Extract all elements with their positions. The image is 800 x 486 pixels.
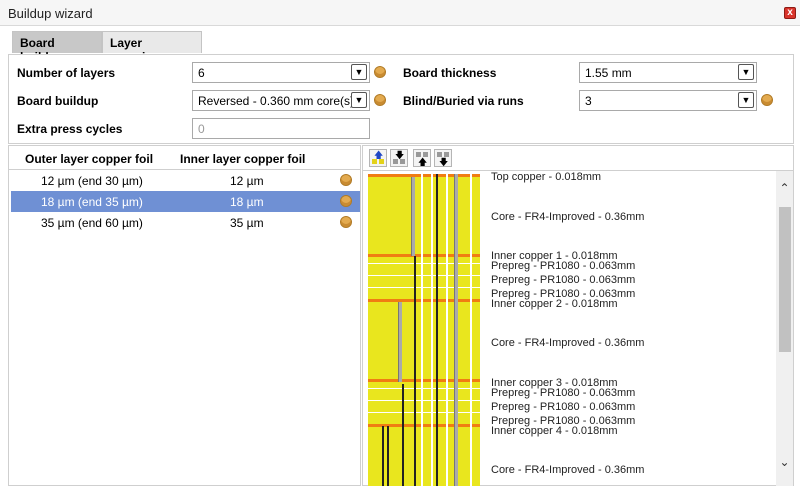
outer-foil-cell: 18 µm (end 35 µm) [41, 195, 143, 209]
via-barrel [398, 302, 402, 382]
scrollbar-thumb[interactable] [779, 207, 791, 352]
close-icon[interactable]: x [784, 7, 796, 19]
copper-layer-top [368, 174, 480, 177]
prepreg-line [368, 400, 480, 401]
via-drill [436, 174, 438, 486]
title-bar: Buildup wizard x [0, 0, 800, 26]
extra-press-cycles-input[interactable]: 0 [192, 118, 370, 139]
layer-label: Core - FR4-Improved - 0.36mm [491, 211, 645, 223]
via-barrel [411, 177, 415, 256]
via-drill [382, 426, 384, 486]
prepreg-line [368, 388, 480, 389]
layer-label: Prepreg - PR1080 - 0.063mm [491, 274, 636, 286]
chevron-down-icon[interactable]: ▼ [351, 92, 367, 108]
layer-label: Prepreg - PR1080 - 0.063mm [491, 401, 636, 413]
prepreg-line [368, 263, 480, 264]
via-drill [387, 426, 389, 486]
coin-icon[interactable] [374, 66, 386, 78]
number-of-layers-label: Number of layers [17, 66, 116, 80]
inner-foil-cell: 35 µm [230, 216, 264, 230]
coin-icon[interactable] [761, 94, 773, 106]
move-up-icon[interactable]: 🡅 [369, 149, 387, 167]
tab-board-buildup[interactable]: Board buildup [12, 31, 102, 64]
settings-panel: Number of layers 6 ▼ Board thickness 1.5… [8, 54, 794, 144]
layer-label: Inner copper 4 - 0.018mm [491, 425, 618, 437]
number-of-layers-value: 6 [198, 66, 205, 80]
inner-foil-header: Inner layer copper foil [180, 152, 306, 166]
board-buildup-value: Reversed - 0.360 mm core(s) [198, 94, 355, 108]
chevron-down-icon[interactable]: ⌄ [776, 455, 793, 472]
via-column [470, 174, 472, 486]
tab-layer-mapping[interactable]: Layer mapping [102, 31, 202, 64]
layer-label: Prepreg - PR1080 - 0.063mm [491, 260, 636, 272]
table-header: Outer layer copper foil Inner layer copp… [9, 146, 360, 170]
board-thickness-select[interactable]: 1.55 mm ▼ [579, 62, 757, 83]
table-row[interactable]: 35 µm (end 60 µm) 35 µm [11, 212, 360, 233]
add-up-icon[interactable]: 🡅 [413, 149, 431, 167]
via-barrel [454, 174, 458, 486]
chevron-down-icon[interactable]: ▼ [351, 64, 367, 80]
via-column [446, 174, 448, 486]
layer-label: Prepreg - PR1080 - 0.063mm [491, 387, 636, 399]
chevron-down-icon[interactable]: ▼ [738, 92, 754, 108]
coin-icon[interactable] [340, 216, 352, 228]
extra-press-cycles-value: 0 [198, 122, 205, 136]
prepreg-line [368, 412, 480, 413]
inner-foil-cell: 12 µm [230, 174, 264, 188]
table-row[interactable]: 18 µm (end 35 µm) 18 µm [11, 191, 360, 212]
copper-layer-inner-2 [368, 299, 480, 302]
move-down-icon[interactable]: 🡇 [390, 149, 408, 167]
copper-foil-table: Outer layer copper foil Inner layer copp… [8, 145, 361, 486]
via-column [421, 174, 423, 486]
layer-label-list: Top copper - 0.018mm Core - FR4-Improved… [491, 171, 771, 486]
coin-icon[interactable] [374, 94, 386, 106]
chevron-down-icon[interactable]: ▼ [738, 64, 754, 80]
copper-layer-inner-4 [368, 424, 480, 427]
board-thickness-label: Board thickness [403, 66, 497, 80]
via-drill [402, 384, 404, 486]
blind-buried-select[interactable]: 3 ▼ [579, 90, 757, 111]
chevron-up-icon[interactable]: ⌃ [776, 181, 793, 198]
copper-layer-inner-3 [368, 379, 480, 382]
via-column [431, 174, 433, 486]
layer-label: Top copper - 0.018mm [491, 171, 602, 183]
vertical-scrollbar[interactable]: ⌃ ⌄ [776, 171, 793, 486]
board-buildup-select[interactable]: Reversed - 0.360 mm core(s) ▼ [192, 90, 370, 111]
number-of-layers-select[interactable]: 6 ▼ [192, 62, 370, 83]
coin-icon[interactable] [340, 174, 352, 186]
add-down-icon[interactable]: 🡇 [434, 149, 452, 167]
layer-label: Core - FR4-Improved - 0.36mm [491, 464, 645, 476]
stackup-toolbar: 🡅 🡇 🡅 🡇 [363, 146, 793, 171]
prepreg-line [368, 287, 480, 288]
prepreg-line [368, 275, 480, 276]
layer-label: Core - FR4-Improved - 0.36mm [491, 337, 645, 349]
board-thickness-value: 1.55 mm [585, 66, 632, 80]
board-buildup-label: Board buildup [17, 94, 99, 108]
table-row[interactable]: 12 µm (end 30 µm) 12 µm [11, 170, 360, 191]
outer-foil-header: Outer layer copper foil [25, 152, 154, 166]
blind-buried-label: Blind/Buried via runs [403, 94, 524, 108]
layer-label: Inner copper 2 - 0.018mm [491, 298, 618, 310]
stackup-panel: 🡅 🡇 🡅 🡇 Top copper - 0.018mm Core - FR4-… [362, 145, 794, 486]
blind-buried-value: 3 [585, 94, 592, 108]
outer-foil-cell: 35 µm (end 60 µm) [41, 216, 143, 230]
coin-icon[interactable] [340, 195, 352, 207]
extra-press-cycles-label: Extra press cycles [17, 122, 123, 136]
stackup-graphic [368, 174, 480, 486]
window-title: Buildup wizard [8, 6, 93, 21]
inner-foil-cell: 18 µm [230, 195, 264, 209]
outer-foil-cell: 12 µm (end 30 µm) [41, 174, 143, 188]
via-drill [414, 256, 416, 486]
copper-layer-inner-1 [368, 254, 480, 257]
